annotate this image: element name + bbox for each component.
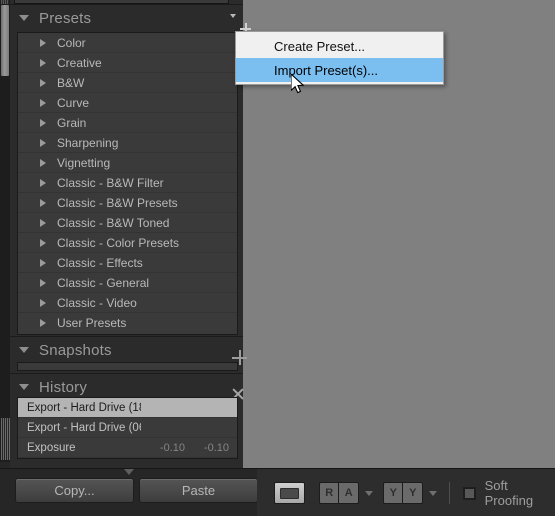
before-after-dropdown-icon[interactable] xyxy=(429,490,438,496)
soft-proofing-toggle[interactable]: Soft Proofing xyxy=(463,478,555,508)
preset-group-label: Color xyxy=(57,35,86,50)
presets-panel-title: Presets xyxy=(39,9,92,27)
loupe-view-icon[interactable] xyxy=(274,482,306,504)
before-after-left-glyph[interactable]: Y xyxy=(383,482,404,504)
preset-group-label: User Presets xyxy=(57,316,127,330)
before-after-right-glyph[interactable]: Y xyxy=(403,482,424,504)
compare-view-button[interactable]: R A xyxy=(319,482,360,504)
soft-proofing-label: Soft Proofing xyxy=(484,478,534,508)
preset-group-label: Grain xyxy=(57,115,87,130)
history-step-name: Export - Hard Drive (18/07/2018 14:01: xyxy=(27,401,141,414)
scrollbar-grip-icon xyxy=(1,0,9,4)
triangle-right-icon[interactable] xyxy=(40,199,46,207)
preset-group-label: Creative xyxy=(57,55,102,70)
left-panel-column: Presets Color Creative B&W Curve Grain Sharpe… xyxy=(0,0,243,468)
triangle-right-icon[interactable] xyxy=(40,39,46,47)
triangle-right-icon[interactable] xyxy=(40,319,46,327)
preset-group-row[interactable]: Creative xyxy=(18,53,237,73)
loupe-view-glyph xyxy=(280,487,300,499)
preset-group-row[interactable]: Classic - General xyxy=(18,273,237,293)
preset-group-label: Classic - Effects xyxy=(57,255,143,270)
preset-group-label: Classic - Video xyxy=(57,295,137,310)
compare-view-dropdown-icon[interactable] xyxy=(365,490,374,496)
triangle-right-icon[interactable] xyxy=(40,79,46,87)
paste-button[interactable]: Paste xyxy=(139,478,258,503)
triangle-right-icon[interactable] xyxy=(40,179,46,187)
preset-group-label: Sharpening xyxy=(57,135,119,150)
history-step-value-total: -0.10 xyxy=(203,441,229,454)
triangle-right-icon[interactable] xyxy=(40,299,46,307)
view-toolbar: R A Y Y Soft Proofing xyxy=(257,468,555,516)
preset-group-label: Vignetting xyxy=(57,155,111,170)
preset-group-row[interactable]: Vignetting xyxy=(18,153,237,173)
preset-group-label: Classic - General xyxy=(57,275,150,290)
preset-group-row[interactable]: Classic - B&W Filter xyxy=(18,173,237,193)
presets-list[interactable]: Color Creative B&W Curve Grain Sharpening Vign… xyxy=(17,32,238,335)
triangle-right-icon[interactable] xyxy=(40,119,46,127)
copy-button[interactable]: Copy... xyxy=(15,478,134,503)
preset-group-row[interactable]: Classic - B&W Toned xyxy=(18,213,237,233)
panel-collapse-arrow-icon[interactable] xyxy=(124,469,134,475)
preset-group-row[interactable]: Grain xyxy=(18,113,237,133)
triangle-right-icon[interactable] xyxy=(40,239,46,247)
preset-group-row[interactable]: Classic - Video xyxy=(18,293,237,313)
preset-group-label: Classic - B&W Filter xyxy=(57,175,164,190)
history-panel-header[interactable]: History xyxy=(10,373,243,400)
preset-group-row[interactable]: Classic - Effects xyxy=(18,253,237,273)
panel-scrollbar[interactable] xyxy=(0,0,10,462)
history-panel-title: History xyxy=(39,378,88,396)
preset-group-label: Curve xyxy=(57,95,90,110)
history-row[interactable]: Export - Hard Drive (18/07/2018 14:01: xyxy=(18,398,237,418)
preset-group-label: Classic - B&W Toned xyxy=(57,215,170,230)
history-step-value-delta: -0.10 xyxy=(159,441,185,454)
history-step-name: Exposure xyxy=(27,441,76,454)
preset-group-row[interactable]: Sharpening xyxy=(18,133,237,153)
panel-resize-grip[interactable] xyxy=(1,418,10,460)
before-after-view-button[interactable]: Y Y xyxy=(383,482,424,504)
triangle-right-icon[interactable] xyxy=(40,59,46,67)
triangle-down-icon[interactable] xyxy=(19,13,30,24)
context-menu-item[interactable]: Import Preset(s)... xyxy=(236,58,443,82)
triangle-right-icon[interactable] xyxy=(40,259,46,267)
history-list[interactable]: Export - Hard Drive (18/07/2018 14:01: Ex… xyxy=(17,397,238,459)
toolbar-divider xyxy=(449,482,451,504)
history-step-name: Export - Hard Drive (06/07/2018 14:37: xyxy=(27,421,141,434)
triangle-down-icon[interactable] xyxy=(19,382,30,393)
triangle-right-icon[interactable] xyxy=(40,139,46,147)
chevron-down-icon xyxy=(230,14,236,18)
history-row[interactable]: Exposure -0.10 -0.10 xyxy=(18,438,237,458)
history-row[interactable]: Export - Hard Drive (06/07/2018 14:37: xyxy=(18,418,237,438)
presets-panel-header[interactable]: Presets xyxy=(10,4,243,31)
context-menu-item[interactable]: Create Preset... xyxy=(236,34,443,58)
compare-view-left-glyph[interactable]: R xyxy=(319,482,340,504)
preset-group-row[interactable]: Curve xyxy=(18,93,237,113)
scrollbar-thumb[interactable] xyxy=(1,5,9,76)
snapshots-panel-title: Snapshots xyxy=(39,341,112,359)
preset-group-row[interactable]: User Presets xyxy=(18,313,237,333)
triangle-right-icon[interactable] xyxy=(40,99,46,107)
preset-group-row[interactable]: Classic - B&W Presets xyxy=(18,193,237,213)
preset-group-row[interactable]: Classic - Color Presets xyxy=(18,233,237,253)
soft-proofing-checkbox[interactable] xyxy=(463,486,476,500)
triangle-down-icon[interactable] xyxy=(19,345,30,356)
triangle-right-icon[interactable] xyxy=(40,219,46,227)
triangle-right-icon[interactable] xyxy=(40,279,46,287)
snapshots-list[interactable] xyxy=(17,362,238,371)
lightroom-develop-panel: Presets Color Creative B&W Curve Grain Sharpe… xyxy=(0,0,555,516)
preset-group-label: Classic - Color Presets xyxy=(57,235,180,250)
snapshots-panel-header[interactable]: Snapshots xyxy=(10,336,243,363)
preset-group-label: Classic - B&W Presets xyxy=(57,195,178,210)
copy-paste-bar: Copy... Paste xyxy=(0,468,258,516)
preset-context-menu[interactable]: Create Preset... Import Preset(s)... xyxy=(235,31,444,85)
preset-group-row[interactable]: B&W xyxy=(18,73,237,93)
preset-group-row[interactable]: Color xyxy=(18,33,237,53)
compare-view-right-glyph[interactable]: A xyxy=(339,482,360,504)
triangle-right-icon[interactable] xyxy=(40,159,46,167)
preset-group-label: B&W xyxy=(57,75,85,90)
